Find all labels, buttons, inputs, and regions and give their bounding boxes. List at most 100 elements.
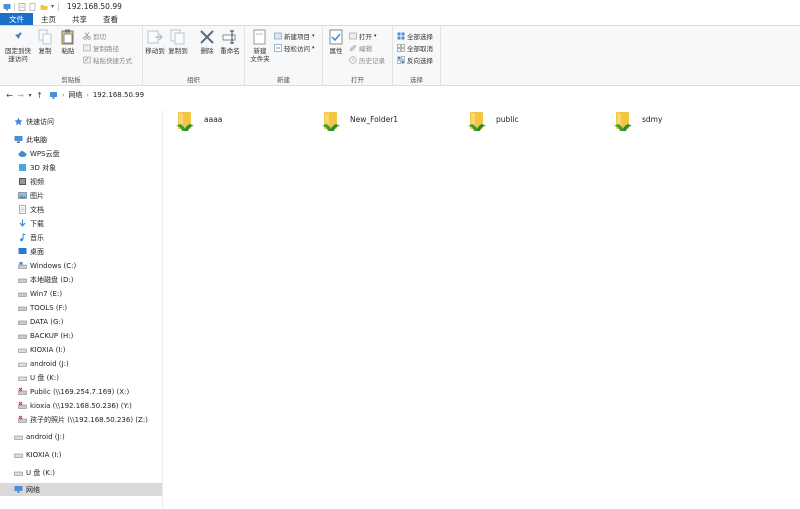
- tab-home[interactable]: 主页: [33, 13, 64, 25]
- new-item-button[interactable]: 新建项目 ▾: [274, 31, 315, 41]
- copy-to-button[interactable]: 复制到: [167, 29, 189, 55]
- back-arrow-icon[interactable]: ←: [4, 89, 15, 101]
- folder-name: aaaa: [204, 115, 223, 124]
- nav-videos[interactable]: 视频: [0, 175, 162, 188]
- drive-icon: [18, 331, 27, 340]
- delete-button[interactable]: 删除: [197, 29, 217, 55]
- shared-folder-icon: [322, 112, 340, 131]
- network-icon: [14, 485, 23, 494]
- rename-icon: [222, 30, 236, 44]
- tab-share[interactable]: 共享: [64, 13, 95, 25]
- scissors-icon: [83, 32, 91, 40]
- new-folder-icon[interactable]: [29, 2, 37, 11]
- nav-drive-h[interactable]: BACKUP (H:): [0, 329, 162, 342]
- select-all-button[interactable]: 全部选择: [397, 31, 433, 41]
- nav-drive-f[interactable]: TOOLS (F:): [0, 301, 162, 314]
- shared-folder-icon: [176, 112, 194, 131]
- nav-label: TOOLS (F:): [30, 303, 68, 312]
- move-to-button[interactable]: 移动到: [144, 29, 166, 55]
- nav-network-label: 网络: [26, 485, 40, 494]
- open-button[interactable]: 打开 ▾: [349, 31, 377, 41]
- nav-quick-access[interactable]: 快速访问: [0, 115, 162, 128]
- new-group: 新建 文件夹 新建项目 ▾ 轻松访问 ▾ 新建: [245, 26, 323, 86]
- nav-pictures[interactable]: 图片: [0, 189, 162, 202]
- new-folder-button[interactable]: 新建 文件夹: [247, 29, 273, 63]
- copy-to-icon: [170, 29, 185, 45]
- nav-drive-i[interactable]: KIOXIA (I:): [0, 343, 162, 356]
- new-folder-label: 新建 文件夹: [250, 47, 270, 63]
- copy-button[interactable]: 复制: [34, 29, 56, 55]
- edit-button[interactable]: 编辑: [349, 43, 372, 53]
- nav-documents[interactable]: 文档: [0, 203, 162, 216]
- nav-label: android (J:): [26, 432, 65, 441]
- nav-android-root[interactable]: android (J:): [0, 430, 162, 443]
- network-window-icon: [3, 3, 11, 10]
- nav-music[interactable]: 音乐: [0, 231, 162, 244]
- nav-label: Public (\\169.254.7.169) (X:): [30, 387, 130, 396]
- properties-icon[interactable]: [18, 2, 26, 11]
- nav-desktop[interactable]: 桌面: [0, 245, 162, 258]
- paste-button[interactable]: 粘贴: [57, 29, 79, 55]
- nav-this-pc[interactable]: 此电脑: [0, 133, 162, 146]
- usb-drive-icon: [14, 450, 23, 459]
- address-root[interactable]: 网络: [68, 90, 82, 100]
- open-dropdown-icon: ▾: [374, 33, 377, 39]
- pin-quick-access-button[interactable]: 固定到快 速访问: [3, 29, 33, 63]
- folder-item[interactable]: sdmy: [612, 109, 662, 139]
- shared-folder-icon: [614, 112, 632, 131]
- folder-name: New_Folder1: [350, 115, 399, 124]
- windows-drive-icon: [18, 261, 27, 270]
- usb-drive-icon: [14, 432, 23, 441]
- move-to-text: 移动到: [145, 47, 165, 55]
- desktop-icon: [18, 247, 27, 256]
- select-group: 全部选择 全部取消 反向选择 选择: [393, 26, 441, 86]
- address-current[interactable]: 192.168.50.99: [93, 91, 144, 99]
- music-note-icon: [18, 233, 27, 242]
- copy-path-label: 复制路径: [93, 45, 119, 53]
- nav-drive-d[interactable]: 本地磁盘 (D:): [0, 273, 162, 286]
- up-arrow-icon[interactable]: ↑: [34, 89, 45, 101]
- open-icon: [349, 32, 357, 40]
- address-bar[interactable]: › 网络 › 192.168.50.99: [49, 90, 144, 100]
- folder-item[interactable]: public: [466, 109, 519, 139]
- easy-access-button[interactable]: 轻松访问 ▾: [274, 43, 315, 53]
- window-title: 192.168.50.99: [67, 2, 122, 11]
- nav-drive-c[interactable]: Windows (C:): [0, 259, 162, 272]
- file-list: aaaa New_Folder1 public sdmy: [164, 106, 800, 509]
- rename-button[interactable]: 重命名: [219, 29, 241, 55]
- nav-drive-y[interactable]: kioxia (\\192.168.50.236) (Y:): [0, 399, 162, 412]
- nav-drive-x[interactable]: Public (\\169.254.7.169) (X:): [0, 385, 162, 398]
- nav-drive-e[interactable]: Win7 (E:): [0, 287, 162, 300]
- nav-downloads[interactable]: 下载: [0, 217, 162, 230]
- tab-view[interactable]: 查看: [95, 13, 126, 25]
- copy-path-button[interactable]: 复制路径: [83, 43, 119, 53]
- folder-item[interactable]: aaaa: [174, 109, 222, 139]
- folder-name: sdmy: [642, 115, 663, 124]
- properties-label: 属性: [329, 47, 343, 55]
- nav-wps-cloud[interactable]: WPS云盘: [0, 147, 162, 160]
- nav-3d-objects[interactable]: 3D 对象: [0, 161, 162, 174]
- nav-drive-k[interactable]: U 盘 (K:): [0, 371, 162, 384]
- nav-network[interactable]: 网络: [0, 483, 162, 496]
- forward-arrow-icon[interactable]: →: [15, 89, 26, 101]
- nav-drive-g[interactable]: DATA (G:): [0, 315, 162, 328]
- nav-drive-j[interactable]: android (J:): [0, 357, 162, 370]
- nav-kioxia-root[interactable]: KIOXIA (I:): [0, 448, 162, 461]
- new-group-label: 新建: [277, 76, 290, 84]
- recent-locations-icon[interactable]: ▾: [26, 89, 34, 101]
- nav-drive-z[interactable]: 孩子的照片 (\\192.168.50.236) (Z:): [0, 413, 162, 426]
- folder-item[interactable]: New_Folder1: [320, 109, 398, 139]
- properties-button[interactable]: 属性: [325, 29, 347, 55]
- invert-selection-button[interactable]: 反向选择: [397, 55, 433, 65]
- cut-button[interactable]: 剪切: [83, 31, 106, 41]
- tab-file[interactable]: 文件: [0, 13, 33, 25]
- nav-label: DATA (G:): [30, 317, 64, 326]
- select-none-button[interactable]: 全部取消: [397, 43, 433, 53]
- history-button[interactable]: 历史记录: [349, 55, 385, 65]
- shared-folder-icon: [468, 112, 486, 131]
- paste-shortcut-button[interactable]: 粘贴快捷方式: [83, 55, 132, 65]
- pin-icon: [13, 30, 22, 41]
- folder-quick-icon[interactable]: [40, 3, 48, 11]
- customize-toolbar-icon[interactable]: ▾: [51, 3, 54, 10]
- nav-usb-root[interactable]: U 盘 (K:): [0, 466, 162, 479]
